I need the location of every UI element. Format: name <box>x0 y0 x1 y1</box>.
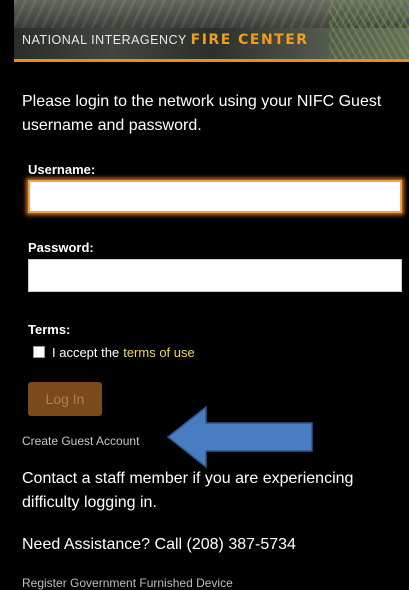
password-input[interactable] <box>28 259 402 292</box>
terms-of-use-link[interactable]: terms of use <box>123 345 195 360</box>
contact-staff-text: Contact a staff member if you are experi… <box>22 470 354 511</box>
logo-text-prefix: NATIONAL INTERAGENCY <box>22 33 191 47</box>
accept-terms-checkbox[interactable] <box>33 346 45 358</box>
login-instructions: Please login to the network using your N… <box>22 93 382 134</box>
header-divider <box>14 59 409 62</box>
site-header: NATIONAL INTERAGENCY FIRE CENTER <box>14 0 409 60</box>
username-input[interactable] <box>28 180 402 213</box>
terms-row: I accept the terms of use <box>33 344 195 360</box>
logo-text-emphasis: FIRE CENTER <box>190 32 309 48</box>
username-label: Username: <box>28 162 96 177</box>
register-device-link[interactable]: Register Government Furnished Device <box>22 576 233 590</box>
left-arrow-icon <box>166 405 313 469</box>
terms-label: Terms: <box>28 322 71 337</box>
site-logo[interactable]: NATIONAL INTERAGENCY FIRE CENTER <box>22 32 309 48</box>
password-label: Password: <box>28 240 94 255</box>
assistance-phone-text: Need Assistance? Call (208) 387-5734 <box>22 536 296 553</box>
header-tree-texture <box>329 0 409 60</box>
login-button[interactable]: Log In <box>28 382 102 416</box>
accept-terms-text: I accept the <box>52 344 120 360</box>
create-guest-account-link[interactable]: Create Guest Account <box>22 434 139 448</box>
